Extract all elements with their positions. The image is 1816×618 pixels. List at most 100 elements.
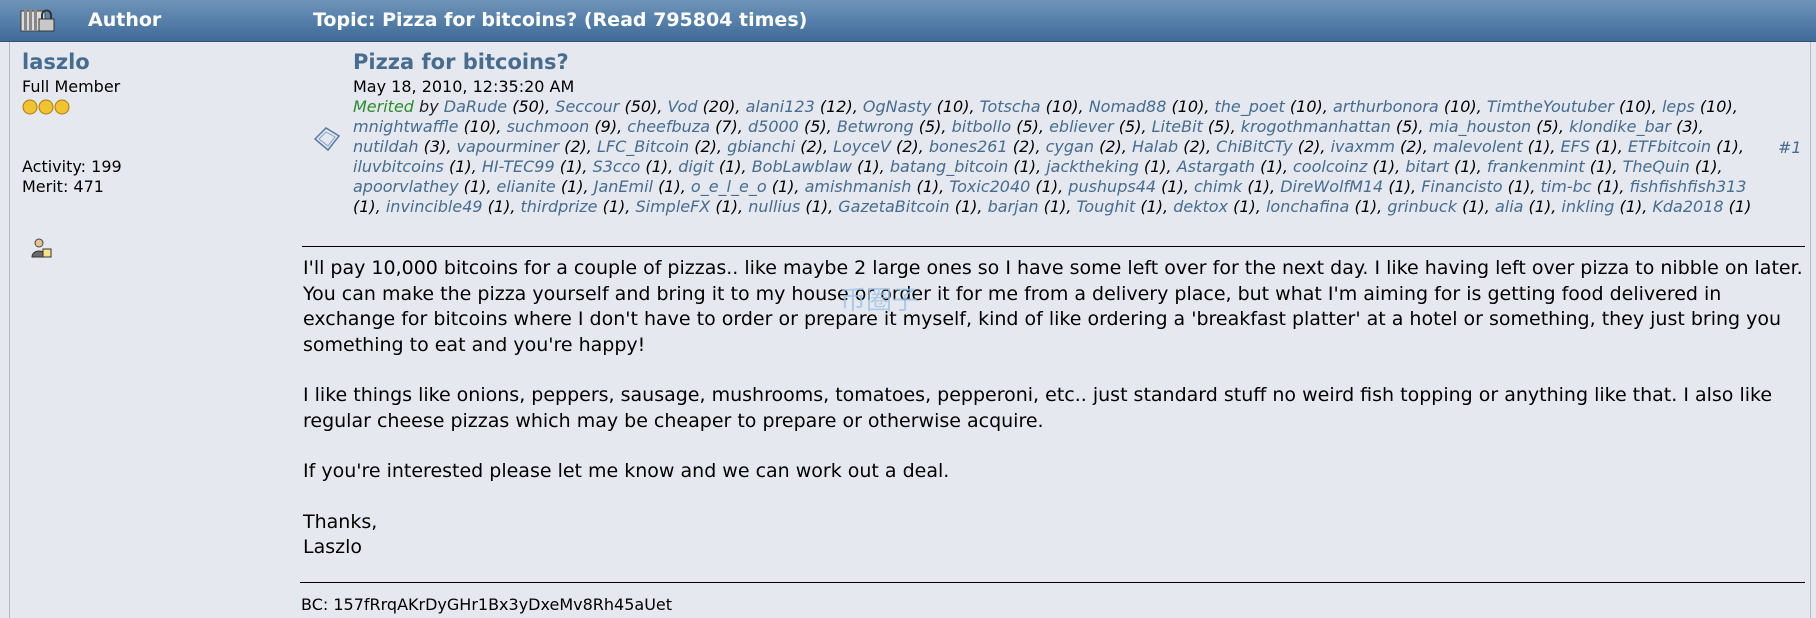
merit-user-link[interactable]: Financisto <box>1421 177 1502 196</box>
merit-user-link[interactable]: fishfishfish313 <box>1630 177 1747 196</box>
merit-count: (1) <box>1043 197 1067 216</box>
merit-user-link[interactable]: tim-bc <box>1541 177 1592 196</box>
merit-count: (1) <box>1527 137 1551 156</box>
merit-count: (12) <box>819 97 853 116</box>
merit-user-link[interactable]: barjan <box>988 197 1039 216</box>
merit-user-link[interactable]: grinbuck <box>1387 197 1457 216</box>
merit-user-link[interactable]: thirdprize <box>521 197 598 216</box>
merit-count: (1) <box>916 177 940 196</box>
merit-user-link[interactable]: malevolent <box>1433 137 1523 156</box>
merit-user-link[interactable]: leps <box>1662 97 1695 116</box>
merit-user-link[interactable]: arthurbonora <box>1333 97 1439 116</box>
merit-user-link[interactable]: LiteBit <box>1152 117 1203 136</box>
merit-count: (1) <box>1035 177 1059 196</box>
merit-user-link[interactable]: cheefbuza <box>627 117 710 136</box>
merit-count: (1) <box>805 197 829 216</box>
merit-user-link[interactable]: LoyceV <box>833 137 891 156</box>
merit-user-link[interactable]: BobLawblaw <box>752 157 852 176</box>
merit-count: (7) <box>715 117 738 136</box>
merit-user-link[interactable]: Nomad88 <box>1089 97 1167 116</box>
merit-user-link[interactable]: digit <box>678 157 713 176</box>
post-title-link[interactable]: Pizza for bitcoins? <box>353 50 1768 74</box>
merit-user-link[interactable]: JanEmil <box>594 177 653 196</box>
post-number-link[interactable]: #1 <box>1778 138 1802 157</box>
merit-user-link[interactable]: suchmoon <box>507 117 590 136</box>
merit-user-link[interactable]: frankenmint <box>1487 157 1585 176</box>
merit-user-link[interactable]: d5000 <box>748 117 799 136</box>
merit-user-link[interactable]: krogothmanhattan <box>1241 117 1391 136</box>
merit-user-link[interactable]: bitart <box>1405 157 1449 176</box>
merit-user-link[interactable]: mia_houston <box>1429 117 1531 136</box>
merit-count: (1) <box>559 157 583 176</box>
merit-count: (1) <box>1233 197 1256 216</box>
merit-user-link[interactable]: Vod <box>668 97 698 116</box>
merit-count: (9) <box>594 117 618 136</box>
merit-count: (3) <box>423 137 447 156</box>
merit-user-link[interactable]: Seccour <box>555 97 619 116</box>
merit-user-link[interactable]: Toxic2040 <box>949 177 1030 196</box>
merit-count: (1) <box>1595 137 1618 156</box>
merit-user-link[interactable]: alia <box>1495 197 1524 216</box>
merit-user-link[interactable]: iluvbitcoins <box>353 157 444 176</box>
merit-user-link[interactable]: TimtheYoutuber <box>1487 97 1614 116</box>
merit-user-link[interactable]: DaRude <box>444 97 507 116</box>
merit-count: (2) <box>1012 137 1036 156</box>
merit-user-link[interactable]: Toughit <box>1077 197 1136 216</box>
merit-user-link[interactable]: Betwrong <box>837 117 914 136</box>
merit-user-link[interactable]: klondike_bar <box>1569 117 1671 136</box>
merit-user-link[interactable]: ivaxmm <box>1331 137 1395 156</box>
merit-count: (50) <box>624 97 658 116</box>
merit-user-link[interactable]: coolcoinz <box>1293 157 1367 176</box>
merit-user-link[interactable]: EFS <box>1561 137 1590 156</box>
divider <box>302 246 1805 247</box>
merit-count: (1) <box>1140 197 1164 216</box>
merit-user-link[interactable]: jacktheking <box>1046 157 1139 176</box>
merit-user-link[interactable]: chimk <box>1194 177 1242 196</box>
merit-user-link[interactable]: Totscha <box>980 97 1041 116</box>
merit-user-link[interactable]: TheQuin <box>1623 157 1690 176</box>
merit-user-link[interactable]: elianite <box>497 177 556 196</box>
merit-user-link[interactable]: dektox <box>1173 197 1228 216</box>
merit-count: (10) <box>1699 97 1733 116</box>
merit-user-link[interactable]: alani123 <box>746 97 815 116</box>
merit-user-link[interactable]: HI-TEC99 <box>482 157 555 176</box>
merit-count: (2) <box>694 137 717 156</box>
merit-count: (2) <box>564 137 587 156</box>
merit-user-link[interactable]: DireWolfM14 <box>1280 177 1383 196</box>
merit-user-link[interactable]: cygan <box>1046 137 1094 156</box>
merit-user-link[interactable]: the_poet <box>1215 97 1285 116</box>
merit-user-link[interactable]: bitbollo <box>952 117 1012 136</box>
merit-user-link[interactable]: ETFbitcoin <box>1628 137 1711 156</box>
merit-user-link[interactable]: Halab <box>1132 137 1178 156</box>
merit-user-link[interactable]: lonchafina <box>1266 197 1349 216</box>
poster-name-link[interactable]: laszlo <box>22 50 282 74</box>
merit-user-link[interactable]: LFC_Bitcoin <box>597 137 689 156</box>
merit-user-link[interactable]: mnightwaffle <box>353 117 458 136</box>
merit-user-link[interactable]: ChiBitCTy <box>1216 137 1292 156</box>
merit-user-link[interactable]: Kda2018 <box>1652 197 1723 216</box>
merit-user-link[interactable]: invincible49 <box>386 197 483 216</box>
view-profile-icon[interactable] <box>30 237 52 263</box>
merit-user-link[interactable]: apoorvlathey <box>353 177 459 196</box>
merit-user-link[interactable]: o_e_l_e_o <box>691 177 767 196</box>
merit-user-link[interactable]: Astargath <box>1177 157 1255 176</box>
merit-user-link[interactable]: nutildah <box>353 137 419 156</box>
merit-user-link[interactable]: GazetaBitcoin <box>838 197 949 216</box>
merit-user-link[interactable]: OgNasty <box>863 97 932 116</box>
merit-user-link[interactable]: amishmanish <box>805 177 912 196</box>
merit-user-link[interactable]: bones261 <box>929 137 1008 156</box>
merit-count: (1) <box>1619 197 1643 216</box>
merit-user-link[interactable]: pushups44 <box>1068 177 1156 196</box>
merit-count: (1) <box>857 157 880 176</box>
merited-by-list: Merited by DaRude (50), Seccour (50), Vo… <box>353 97 1752 216</box>
merit-user-link[interactable]: batang_bitcoin <box>890 157 1008 176</box>
merit-user-link[interactable]: vapourminer <box>457 137 560 156</box>
merit-count: (5) <box>1395 117 1419 136</box>
merit-user-link[interactable]: ebliever <box>1049 117 1114 136</box>
merit-user-link[interactable]: gbianchi <box>727 137 795 156</box>
merit-user-link[interactable]: nullius <box>748 197 800 216</box>
merit-user-link[interactable]: SimpleFX <box>635 197 710 216</box>
merit-user-link[interactable]: inkling <box>1561 197 1614 216</box>
poster-activity: Activity: 199 <box>22 157 122 176</box>
merit-user-link[interactable]: S3cco <box>593 157 641 176</box>
